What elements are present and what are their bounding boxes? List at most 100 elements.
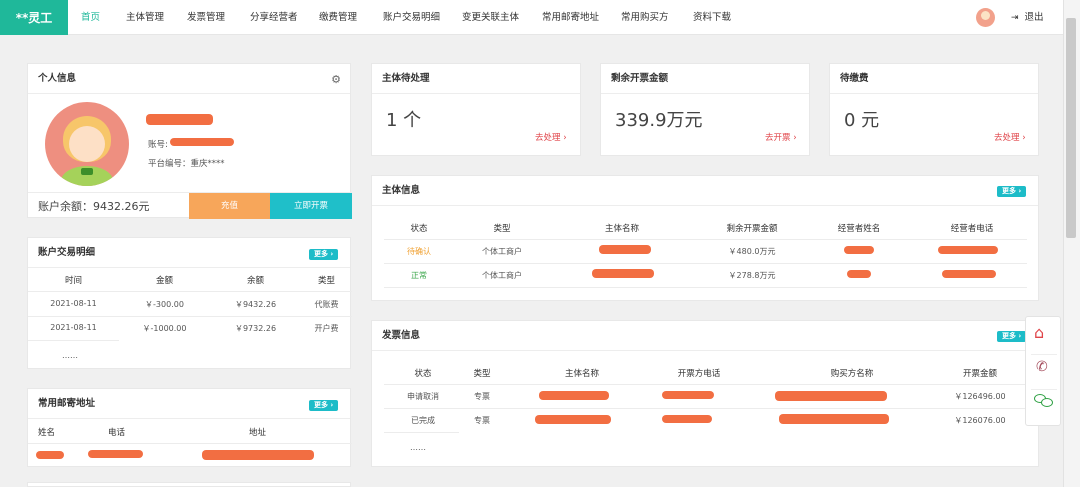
gear-icon[interactable]: ⚙: [331, 73, 341, 86]
floating-action-bar: ⌂ ✆: [1025, 316, 1061, 426]
nav-downloads[interactable]: 资料下载: [693, 0, 731, 35]
col-type: 类型: [493, 224, 511, 234]
cell-type: 代账费: [314, 300, 339, 309]
nav-entity-mgmt[interactable]: 主体管理: [126, 0, 164, 35]
profile-panel: 个人信息 ⚙ 账号: 平台编号：重庆**** 账户余额：9432.26元 充值 …: [27, 63, 352, 219]
redacted-phone: [88, 450, 143, 458]
redacted-entity-name: [599, 245, 651, 254]
cell-amount: ￥126076.00: [954, 416, 1006, 425]
nav-invoice-mgmt[interactable]: 发票管理: [187, 0, 225, 35]
mailing-title: 常用邮寄地址: [28, 389, 350, 419]
user-avatar[interactable]: [976, 8, 995, 27]
card-title: 待缴费: [830, 64, 1038, 94]
nav-buyers[interactable]: 常用购买方: [621, 0, 669, 35]
card-link-pay[interactable]: 去处理 ›: [994, 131, 1026, 143]
redacted-phone: [662, 415, 712, 423]
card-link-invoice[interactable]: 去开票 ›: [765, 131, 797, 143]
redacted-account: [170, 138, 234, 146]
cell-amount: ￥-300.00: [145, 300, 184, 309]
nav-mailing-address[interactable]: 常用邮寄地址: [542, 0, 599, 35]
logout-icon: ⇥: [1011, 13, 1019, 23]
transactions-panel: 账户交易明细 更多 › 时间 金额 余额 类型 2021-08-11 ￥-300…: [27, 237, 352, 369]
col-invoice-amount: 开票金额: [962, 369, 997, 379]
cell-status: 已完成: [411, 416, 435, 425]
nav-transactions[interactable]: 账户交易明细: [383, 0, 440, 35]
col-phone: 电话: [108, 428, 126, 438]
phone-icon[interactable]: ✆: [1036, 359, 1048, 375]
cell-balance: ￥9432.26: [234, 300, 277, 309]
col-amount: 金额: [155, 276, 173, 286]
card-link-handle[interactable]: 去处理 ›: [535, 131, 567, 143]
card-remaining-invoice: 剩余开票金额 339.9万元 去开票 ›: [600, 63, 810, 156]
col-status: 状态: [414, 369, 432, 379]
card-title: 剩余开票金额: [601, 64, 809, 94]
col-operator-name: 经营者姓名: [837, 224, 881, 234]
card-pending-fee: 待缴费 0 元 去处理 ›: [829, 63, 1039, 156]
nav-home[interactable]: 首页: [81, 0, 100, 35]
more-button[interactable]: 更多 ›: [309, 400, 339, 411]
col-status: 状态: [410, 224, 428, 234]
logout-button[interactable]: ⇥ 退出: [1011, 0, 1044, 35]
scrollbar-thumb[interactable]: [1066, 18, 1076, 238]
cell-status: 申请取消: [407, 392, 439, 401]
transactions-title: 账户交易明细: [28, 238, 350, 268]
col-issuer-phone: 开票方电话: [677, 369, 721, 379]
redacted-entity-name: [539, 391, 609, 400]
status-normal: 正常: [411, 271, 427, 280]
invoice-panel: 发票信息 更多 › 状态 类型 主体名称 开票方电话 购买方名称 开票金额 申请…: [371, 320, 1039, 467]
cell-type: 开户费: [314, 324, 339, 333]
col-buyer-name: 购买方名称: [830, 369, 874, 379]
redacted-entity-name: [592, 269, 654, 278]
more-rows-ellipsis: ……: [62, 351, 78, 360]
card-value: 0 元: [844, 110, 880, 131]
redacted-phone: [662, 391, 714, 399]
more-button[interactable]: 更多 ›: [997, 331, 1027, 342]
cell-amount: ￥-1000.00: [142, 324, 187, 333]
cell-balance: ￥9732.26: [234, 324, 277, 333]
wechat-icon[interactable]: [1034, 394, 1054, 408]
col-type: 类型: [473, 369, 491, 379]
entity-title: 主体信息: [372, 176, 1038, 206]
more-button[interactable]: 更多 ›: [309, 249, 339, 260]
card-title: 主体待处理: [372, 64, 580, 94]
app-logo[interactable]: **灵工: [0, 0, 68, 35]
profile-avatar: [45, 102, 129, 186]
redacted-buyer: [775, 391, 887, 401]
logout-label: 退出: [1024, 12, 1044, 23]
platform-number: 平台编号：重庆****: [148, 159, 225, 169]
col-entity-name: 主体名称: [604, 224, 639, 234]
recharge-button[interactable]: 充值: [189, 193, 270, 219]
col-name: 姓名: [38, 428, 56, 438]
redacted-name: [36, 451, 64, 459]
redacted-operator: [847, 270, 871, 278]
card-value: 1 个: [386, 110, 422, 131]
col-type: 类型: [317, 276, 335, 286]
redacted-entity-name: [535, 415, 611, 424]
cell-type: 专票: [474, 392, 490, 401]
mailing-panel: 常用邮寄地址 更多 › 姓名 电话 地址: [27, 388, 352, 467]
nav-change-entity[interactable]: 变更关联主体: [462, 0, 519, 35]
invoice-title: 发票信息: [372, 321, 1038, 351]
cell-time: 2021-08-11: [50, 323, 97, 332]
cell-type: 个体工商户: [482, 247, 522, 256]
redacted-operator: [844, 246, 874, 254]
cell-type: 个体工商户: [482, 271, 522, 280]
redacted-buyer: [779, 414, 889, 424]
more-button[interactable]: 更多 ›: [997, 186, 1027, 197]
more-rows-ellipsis: ……: [410, 443, 426, 452]
status-pending: 待确认: [407, 247, 431, 256]
col-remaining: 剩余开票金额: [726, 224, 778, 234]
card-pending-entity: 主体待处理 1 个 去处理 ›: [371, 63, 581, 156]
home-icon[interactable]: ⌂: [1034, 323, 1044, 342]
nav-share-operator[interactable]: 分享经营者: [250, 0, 298, 35]
redacted-phone: [942, 270, 996, 278]
col-time: 时间: [64, 276, 82, 286]
account-label: 账号:: [148, 140, 168, 150]
card-value: 339.9万元: [615, 110, 703, 131]
account-balance: 账户余额：9432.26元: [38, 200, 150, 213]
nav-payment-mgmt[interactable]: 缴费管理: [319, 0, 357, 35]
redacted-address: [202, 450, 314, 460]
col-entity-name: 主体名称: [564, 369, 599, 379]
invoice-now-button[interactable]: 立即开票: [270, 193, 352, 219]
redacted-phone: [938, 246, 998, 254]
